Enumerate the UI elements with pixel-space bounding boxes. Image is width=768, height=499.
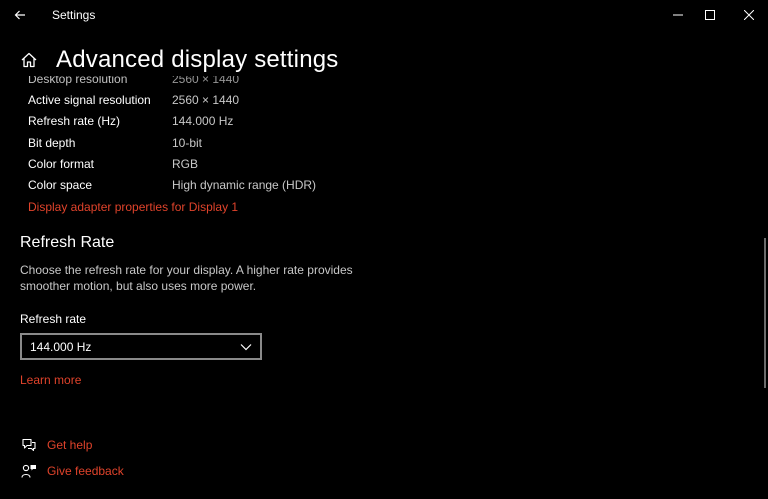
info-row: Desktop resolution 2560 × 1440 bbox=[28, 76, 316, 89]
display-info-table: Desktop resolution 2560 × 1440 Active si… bbox=[28, 76, 316, 196]
arrow-left-icon bbox=[14, 10, 25, 20]
learn-more-link[interactable]: Learn more bbox=[20, 373, 81, 387]
refresh-rate-dropdown[interactable]: 144.000 Hz bbox=[20, 333, 262, 360]
info-row: Bit depth 10-bit bbox=[28, 132, 316, 153]
chevron-down-icon bbox=[240, 343, 252, 350]
minimize-icon bbox=[673, 14, 683, 16]
page-title: Advanced display settings bbox=[56, 46, 339, 73]
feedback-person-icon bbox=[20, 462, 38, 480]
maximize-button[interactable] bbox=[690, 0, 730, 30]
display-adapter-properties-link[interactable]: Display adapter properties for Display 1 bbox=[28, 200, 238, 214]
info-label: Active signal resolution bbox=[28, 92, 151, 107]
back-button[interactable] bbox=[0, 0, 40, 30]
info-value: 144.000 Hz bbox=[172, 114, 234, 129]
info-value: RGB bbox=[172, 156, 199, 171]
settings-window: Settings Advanced display settings Deskt… bbox=[0, 0, 768, 499]
close-button[interactable] bbox=[729, 0, 768, 30]
refresh-rate-selected-value: 144.000 Hz bbox=[30, 339, 92, 354]
give-feedback-label: Give feedback bbox=[47, 464, 124, 478]
app-title: Settings bbox=[52, 8, 96, 22]
get-help-link[interactable]: Get help bbox=[20, 436, 92, 454]
vertical-scrollbar[interactable] bbox=[764, 238, 766, 388]
info-label: Desktop resolution bbox=[28, 76, 128, 86]
refresh-rate-description: Choose the refresh rate for your display… bbox=[20, 263, 353, 293]
info-value: 2560 × 1440 bbox=[172, 92, 240, 107]
refresh-rate-heading: Refresh Rate bbox=[20, 234, 115, 251]
info-row: Color space High dynamic range (HDR) bbox=[28, 174, 316, 195]
chat-help-icon bbox=[20, 436, 38, 454]
get-help-label: Get help bbox=[47, 438, 93, 452]
info-label: Color space bbox=[28, 178, 93, 193]
title-bar: Settings bbox=[0, 0, 768, 30]
info-row: Color format RGB bbox=[28, 153, 316, 174]
info-row: Active signal resolution 2560 × 1440 bbox=[28, 89, 316, 110]
refresh-rate-label: Refresh rate bbox=[20, 312, 87, 326]
info-value: 10-bit bbox=[172, 135, 203, 150]
info-label: Bit depth bbox=[28, 135, 76, 150]
info-label: Refresh rate (Hz) bbox=[28, 114, 121, 129]
close-icon bbox=[744, 10, 754, 20]
info-label: Color format bbox=[28, 156, 95, 171]
info-value: High dynamic range (HDR) bbox=[172, 178, 317, 193]
page-header: Advanced display settings bbox=[18, 46, 339, 74]
give-feedback-link[interactable]: Give feedback bbox=[20, 462, 124, 480]
maximize-icon bbox=[705, 10, 715, 20]
home-icon[interactable] bbox=[18, 49, 40, 71]
info-value: 2560 × 1440 bbox=[172, 76, 240, 86]
settings-content: Desktop resolution 2560 × 1440 Active si… bbox=[0, 76, 768, 499]
info-row: Refresh rate (Hz) 144.000 Hz bbox=[28, 111, 316, 132]
